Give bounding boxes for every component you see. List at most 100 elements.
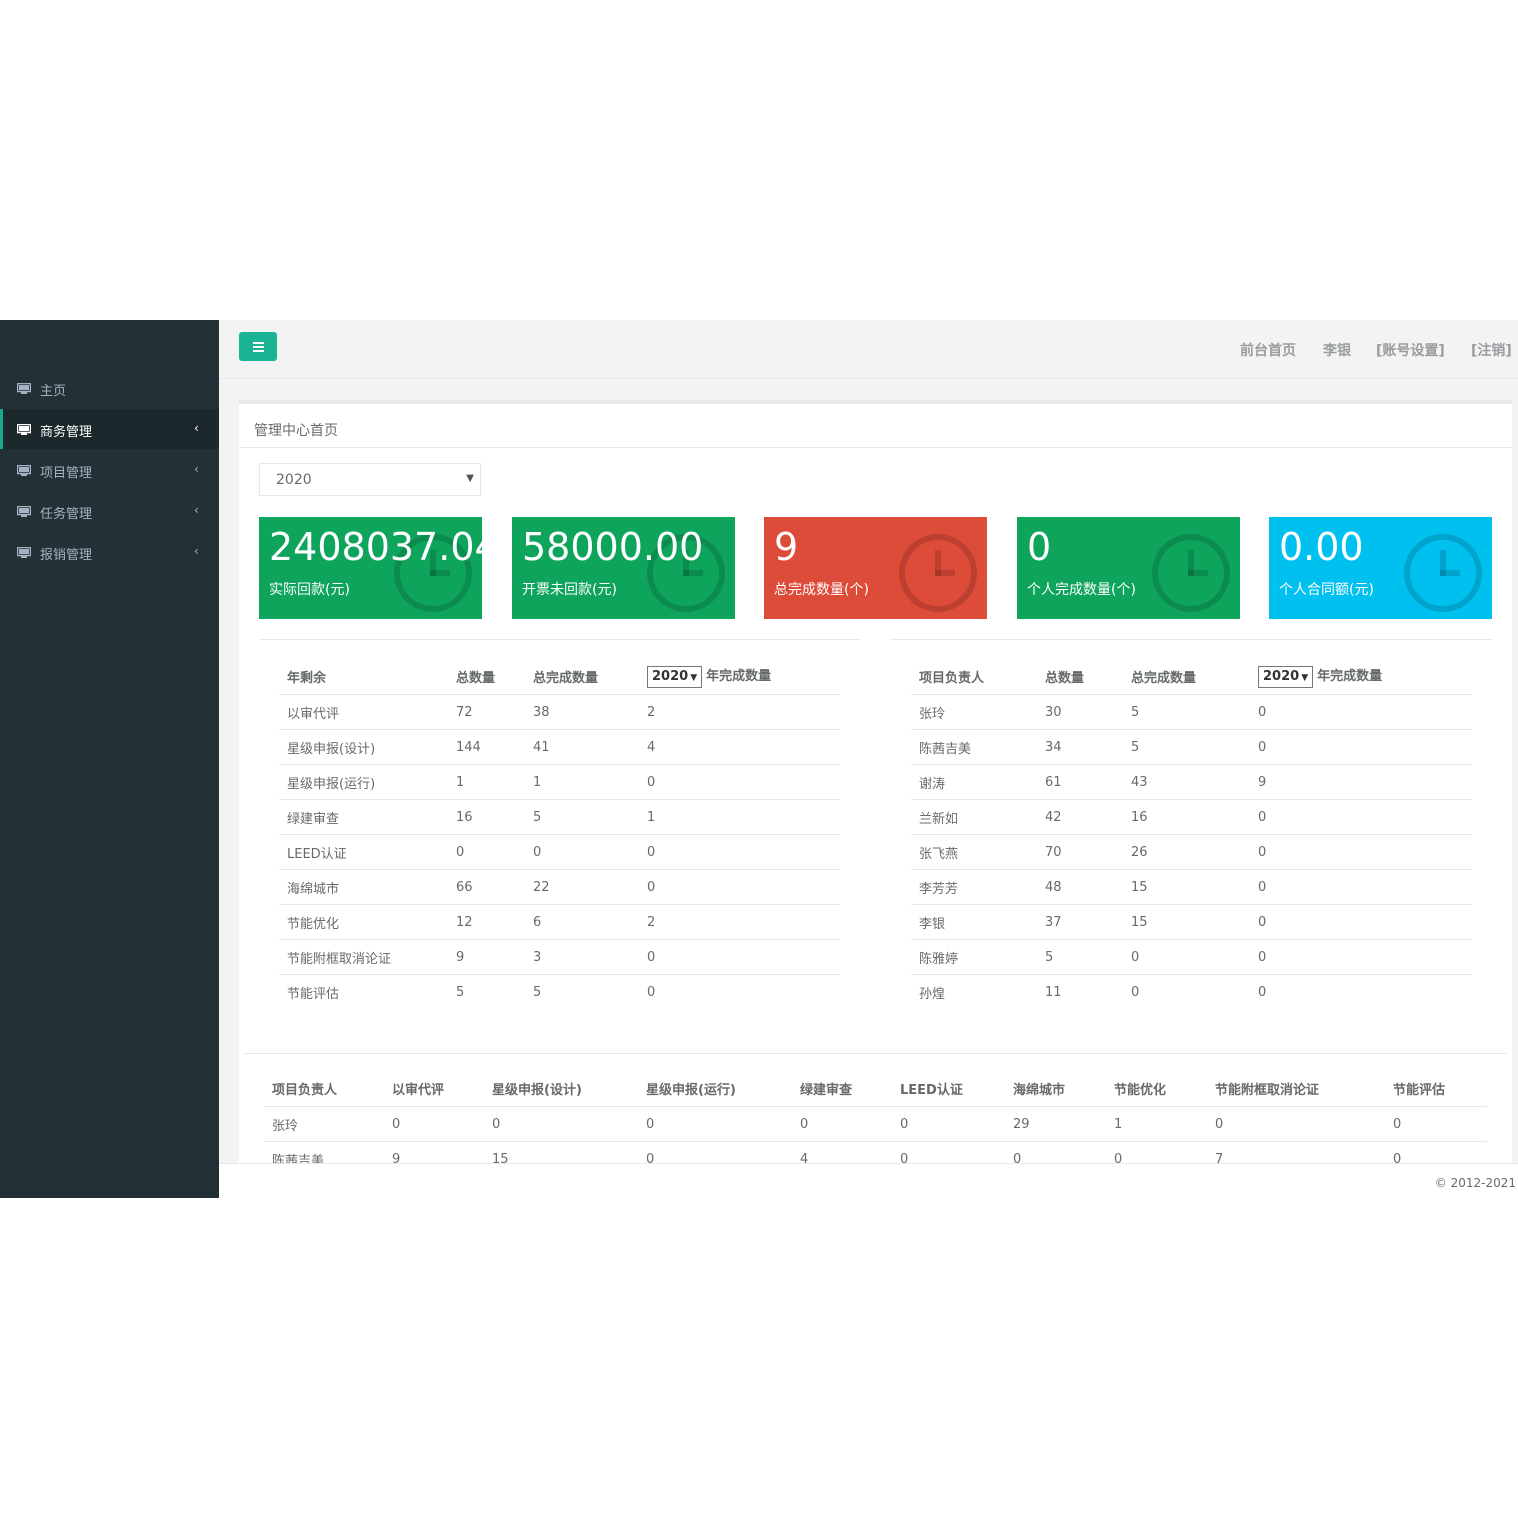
year-select-mini[interactable]: 2020 ▼ [647,665,703,688]
dropdown-arrow-icon: ▼ [690,672,698,683]
table-cell: 陈茜吉美 [911,729,1037,765]
table-cell: 5 [1123,694,1250,730]
stat-card-invoiced-unpaid: 58000.00 开票未回款(元) [512,517,735,619]
table-row: 张飞燕 70 26 0 [911,834,1472,870]
column-header: 总完成数量 [1123,658,1250,695]
dropdown-arrow-icon: ▼ [1301,672,1309,683]
copyright-text: © 2012-2021 [1434,1176,1516,1190]
divider [239,447,1512,448]
table-cell: 70 [1037,834,1123,870]
column-header: 绿建审查 [792,1070,892,1107]
sidebar-item-home[interactable]: 主页 [0,368,219,408]
stat-card-total-completed: 9 总完成数量(个) [764,517,987,619]
stat-caption: 实际回款(元) [269,582,350,598]
link-logout[interactable]: [注销] [1471,340,1512,360]
sidebar-item-tasks[interactable]: 任务管理 ‹ [0,491,219,531]
column-header: 星级申报(设计) [484,1070,638,1107]
table-cell: 72 [448,694,525,730]
link-user-name[interactable]: 李银 [1323,340,1351,360]
table-cell: 0 [1258,984,1267,1000]
chevron-left-icon: ‹ [194,544,199,558]
monitor-icon [16,546,32,562]
link-frontend-home[interactable]: 前台首页 [1240,340,1296,360]
sidebar-item-expenses[interactable]: 报销管理 ‹ [0,532,219,572]
table-row: LEED认证 0 0 0 [279,834,840,870]
table-cell: 5 [1123,729,1250,765]
sidebar-item-label: 任务管理 [40,507,93,522]
table-cell: 0 [1250,729,1472,765]
table-header-row: 项目负责人 总数量 总完成数量 2020 ▼ 年完成数量 [911,658,1472,695]
table-cell: 0 [647,984,656,1000]
column-header: 以审代评 [384,1070,484,1107]
content-panel: 管理中心首页 2020 ▼ 2408037.04 实际回款(元) 58000.0… [239,400,1512,1167]
table-cell: 5 [1037,939,1123,975]
monitor-icon [16,423,32,439]
table-cell: 0 [448,834,525,870]
sidebar: 主页 商务管理 ‹ 项目管理 ‹ 任务管理 ‹ 报销管理 ‹ [0,320,219,1198]
stat-caption: 总完成数量(个) [774,582,869,598]
table-cell: 0 [892,1106,1005,1142]
stat-value: 0.00 [1279,525,1364,569]
sidebar-item-projects[interactable]: 项目管理 ‹ [0,450,219,490]
table-cell: 陈雅婷 [911,939,1037,975]
clock-icon [1152,534,1230,612]
table-cell: 节能优化 [279,904,448,940]
table-cell: 节能评估 [287,986,340,1002]
table-cell: 11 [1045,984,1062,1000]
table-cell: LEED认证 [279,834,448,870]
stat-caption: 开票未回款(元) [522,582,617,598]
sidebar-item-business[interactable]: 商务管理 ‹ [0,409,219,449]
table-row: 海绵城市 66 22 0 [279,869,840,905]
table-cell: 16 [448,799,525,835]
table-row: 星级申报(运行) 1 1 0 [279,764,840,800]
stat-caption: 个人完成数量(个) [1027,582,1136,598]
table-row: 绿建审查 16 5 1 [279,799,840,835]
column-header: 节能评估 [1385,1070,1487,1107]
table-cell: 李芳芳 [911,869,1037,905]
column-header: 总数量 [448,658,525,695]
year-select-mini[interactable]: 2020 ▼ [1258,665,1314,688]
table-cell: 2 [639,694,840,730]
table-row: 星级申报(设计) 144 41 4 [279,729,840,765]
sidebar-item-label: 主页 [40,384,67,399]
table-cell: 144 [448,729,525,765]
table-cell: 孙煌 [919,986,946,1002]
column-header: 星级申报(运行) [638,1070,792,1107]
divider [244,1053,1507,1054]
table-row: 节能评估 5 5 0 [279,975,840,1010]
app-window: 主页 商务管理 ‹ 项目管理 ‹ 任务管理 ‹ 报销管理 ‹ 前台首页 李银 [… [0,320,1518,1199]
table-cell: 1 [1106,1106,1207,1142]
column-header: 项目负责人 [911,658,1037,695]
table-cell: 0 [639,869,840,905]
table-cell: 5 [525,799,639,835]
stat-value: 2408037.04 [269,525,482,569]
table-cell: 0 [1250,694,1472,730]
table-cell: 37 [1037,904,1123,940]
menu-toggle-button[interactable] [239,332,277,361]
table-row: 张玲 30 5 0 [911,694,1472,730]
table-cell: 30 [1037,694,1123,730]
table-cell: 38 [525,694,639,730]
sidebar-item-label: 项目管理 [40,466,93,481]
table-cell: 绿建审查 [279,799,448,835]
hamburger-icon [252,341,264,344]
chevron-left-icon: ‹ [194,503,199,517]
column-header: 年剩余 [279,658,448,695]
monitor-icon [16,464,32,480]
clock-icon [1404,534,1482,612]
link-account-settings[interactable]: [账号设置] [1376,340,1445,360]
table-cell: 0 [1207,1106,1385,1142]
table-cell: 0 [639,834,840,870]
table-cell: 0 [525,834,639,870]
table-cell: 张玲 [911,694,1037,730]
table-cell: 兰新如 [911,799,1037,835]
main-area: 前台首页 李银 [账号设置] [注销] 管理中心首页 2020 ▼ 240803… [219,320,1518,1199]
sidebar-item-label: 报销管理 [40,548,93,563]
stat-caption: 个人合同额(元) [1279,582,1374,598]
table-cell: 43 [1123,764,1250,800]
table-cell: 0 [1250,904,1472,940]
table-cell: 0 [792,1106,892,1142]
year-select[interactable]: 2020 ▼ [259,463,481,496]
table-row: 陈茜吉美 34 5 0 [911,729,1472,765]
table-row: 以审代评 72 38 2 [279,694,840,730]
